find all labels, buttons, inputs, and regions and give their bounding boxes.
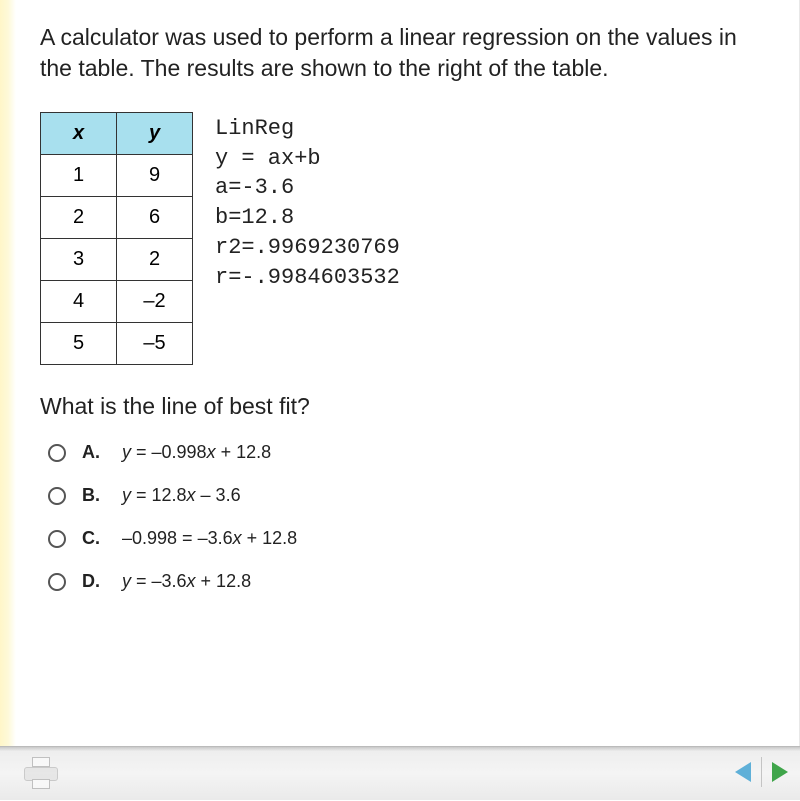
cell-y: –2: [117, 281, 193, 323]
option-b[interactable]: B. y = 12.8x – 3.6: [48, 485, 775, 506]
prev-arrow-icon[interactable]: [735, 762, 751, 782]
nav-separator: [761, 757, 762, 787]
table-row: 3 2: [41, 239, 193, 281]
col-header-x: x: [41, 113, 117, 155]
question-panel: A calculator was used to perform a linea…: [16, 0, 800, 746]
subquestion-text: What is the line of best fit?: [40, 393, 775, 420]
cell-y: –5: [117, 323, 193, 365]
table-row: 5 –5: [41, 323, 193, 365]
option-letter: C.: [82, 528, 100, 549]
table-row: 1 9: [41, 155, 193, 197]
bottom-toolbar: [0, 746, 800, 800]
option-letter: A.: [82, 442, 100, 463]
option-text: y = –3.6x + 12.8: [122, 571, 251, 592]
radio-icon[interactable]: [48, 444, 66, 462]
cell-y: 2: [117, 239, 193, 281]
cell-x: 2: [41, 197, 117, 239]
option-a[interactable]: A. y = –0.998x + 12.8: [48, 442, 775, 463]
nav-arrows: [735, 757, 788, 787]
table-header-row: x y: [41, 113, 193, 155]
radio-icon[interactable]: [48, 530, 66, 548]
question-text: A calculator was used to perform a linea…: [40, 22, 775, 84]
cell-x: 1: [41, 155, 117, 197]
xy-table: x y 1 9 2 6 3 2 4 –2 5 –5: [40, 112, 193, 365]
next-arrow-icon[interactable]: [772, 762, 788, 782]
linreg-output: LinReg y = ax+b a=-3.6 b=12.8 r2=.996923…: [215, 112, 400, 292]
cell-y: 9: [117, 155, 193, 197]
table-row: 4 –2: [41, 281, 193, 323]
option-d[interactable]: D. y = –3.6x + 12.8: [48, 571, 775, 592]
option-text: –0.998 = –3.6x + 12.8: [122, 528, 297, 549]
answer-options: A. y = –0.998x + 12.8 B. y = 12.8x – 3.6…: [40, 442, 775, 592]
left-accent-strip: [0, 0, 16, 746]
option-letter: D.: [82, 571, 100, 592]
col-header-y: y: [117, 113, 193, 155]
data-row: x y 1 9 2 6 3 2 4 –2 5 –5: [40, 112, 775, 365]
cell-x: 3: [41, 239, 117, 281]
option-c[interactable]: C. –0.998 = –3.6x + 12.8: [48, 528, 775, 549]
cell-x: 4: [41, 281, 117, 323]
cell-y: 6: [117, 197, 193, 239]
option-text: y = 12.8x – 3.6: [122, 485, 241, 506]
radio-icon[interactable]: [48, 487, 66, 505]
cell-x: 5: [41, 323, 117, 365]
option-letter: B.: [82, 485, 100, 506]
table-row: 2 6: [41, 197, 193, 239]
print-icon[interactable]: [24, 757, 58, 791]
option-text: y = –0.998x + 12.8: [122, 442, 271, 463]
radio-icon[interactable]: [48, 573, 66, 591]
